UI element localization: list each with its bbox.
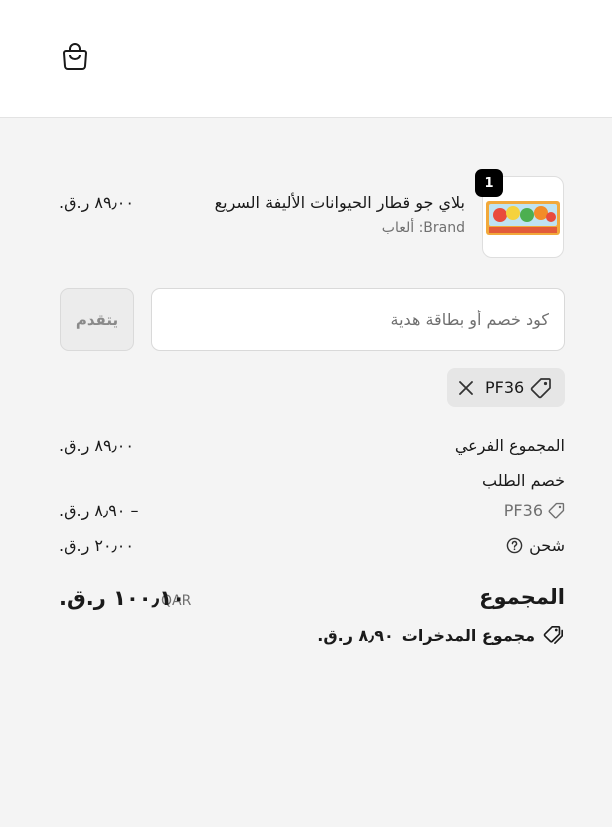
header: [0, 0, 612, 118]
tag-icon: [548, 502, 565, 519]
total-savings-row: مجموع المدخرات ٨٫٩٠ ر.ق.: [317, 625, 565, 645]
order-summary: 1 بلاي جو قطار الحيوانات الأليفة السريع …: [0, 119, 612, 827]
apply-discount-button[interactable]: يتقدم: [60, 288, 134, 351]
total-label: المجموع: [479, 585, 565, 609]
order-discount-value: – ٨٫٩٠ ر.ق.: [59, 501, 139, 520]
total-value: ١٠٠٫١٠ ر.ق.: [59, 586, 186, 610]
order-discount-code-row: PF36: [504, 501, 565, 520]
tags-icon: [543, 626, 564, 644]
product-price: ٨٩٫٠٠ ر.ق.: [59, 193, 134, 212]
shipping-value: ٢٠٫٠٠ ر.ق.: [59, 536, 134, 555]
shipping-label: شحن: [529, 536, 565, 555]
quantity-badge: 1: [475, 169, 503, 197]
subtotal-value: ٨٩٫٠٠ ر.ق.: [59, 436, 134, 455]
applied-discount-code: PF36: [485, 378, 525, 397]
savings-value: ٨٫٩٠ ر.ق.: [317, 625, 394, 645]
order-discount-code: PF36: [503, 501, 543, 520]
subtotal-label: المجموع الفرعي: [454, 436, 565, 455]
close-icon[interactable]: [457, 379, 475, 397]
discount-code-input[interactable]: [151, 288, 565, 351]
product-title: بلاي جو قطار الحيوانات الأليفة السريع: [214, 193, 465, 212]
shipping-row: شحن: [506, 536, 565, 555]
savings-label: مجموع المدخرات: [401, 625, 535, 645]
applied-discount-chip: PF36: [447, 368, 565, 407]
order-discount-label: خصم الطلب: [482, 471, 565, 490]
product-brand: Brand: ألعاب: [381, 220, 465, 236]
tag-icon: [530, 377, 552, 398]
shopping-bag-icon[interactable]: [61, 41, 89, 71]
help-icon[interactable]: [506, 537, 523, 554]
